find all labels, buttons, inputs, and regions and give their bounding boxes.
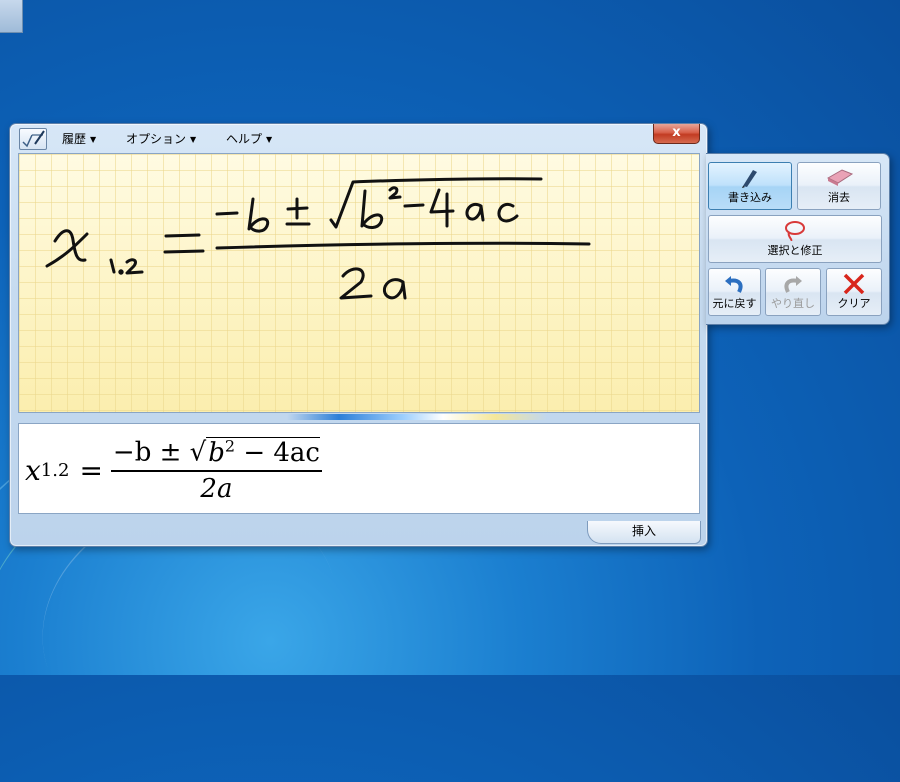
pen-icon: [742, 170, 757, 188]
menu-help-label: ヘルプ: [226, 132, 263, 146]
redo-label: やり直し: [771, 297, 815, 310]
chevron-down-icon: ▼: [190, 135, 197, 144]
menu-help[interactable]: ヘルプ ▼: [226, 130, 272, 147]
menu-history[interactable]: 履歴 ▼: [62, 130, 96, 147]
insert-label: 挿入: [631, 524, 656, 538]
radicand-rest: − 4ac: [235, 437, 320, 468]
chevron-down-icon: ▼: [266, 135, 273, 144]
clear-label: クリア: [837, 297, 871, 310]
undo-label: 元に戻す: [712, 297, 757, 310]
rendered-equation: x 1.2 = −b ± √b2 − 4ac 2a: [25, 430, 322, 510]
tools-panel: 書き込み 消去 選択と修正 元に戻す やり直し クリア: [706, 153, 890, 325]
chevron-down-icon: ▼: [90, 135, 97, 144]
title-bar: 履歴 ▼ オプション ▼ ヘルプ ▼ x: [10, 124, 707, 152]
handwriting-canvas[interactable]: [18, 153, 700, 413]
lasso-icon: [785, 221, 805, 241]
select-correct-label: 選択と修正: [767, 244, 823, 257]
math-input-panel-window: 履歴 ▼ オプション ▼ ヘルプ ▼ x x 1.2 = −b ± √b2 − …: [9, 123, 708, 547]
close-button[interactable]: x: [653, 124, 700, 144]
close-icon: x: [672, 125, 681, 140]
write-label: 書き込み: [728, 191, 772, 204]
fraction-denominator: 2a: [200, 473, 233, 504]
equals-sign: =: [79, 453, 103, 487]
numerator-minus-b: −b ±: [112, 437, 190, 468]
radicand: b2 − 4ac: [206, 436, 320, 468]
redo-button[interactable]: やり直し: [765, 268, 821, 316]
undo-arrow-icon: [725, 276, 743, 293]
erase-button[interactable]: 消去: [797, 162, 881, 210]
equation-fraction: −b ± √b2 − 4ac 2a: [110, 436, 322, 504]
clear-x-icon: [843, 273, 865, 294]
menu-options[interactable]: オプション ▼: [126, 130, 196, 147]
eraser-icon: [826, 169, 854, 186]
recognition-preview: x 1.2 = −b ± √b2 − 4ac 2a: [18, 423, 700, 514]
radicand-b: b: [208, 437, 225, 468]
radical-sign: √: [189, 437, 207, 468]
desktop-icon-corner: [0, 0, 23, 33]
redo-arrow-icon: [784, 276, 802, 293]
erase-label: 消去: [828, 191, 850, 204]
equation-subscript: 1.2: [40, 459, 70, 481]
equation-variable: x: [25, 453, 41, 487]
insert-button[interactable]: 挿入: [587, 521, 701, 544]
select-correct-button[interactable]: 選択と修正: [708, 215, 882, 263]
exponent: 2: [224, 436, 236, 456]
handwritten-ink: [45, 177, 591, 300]
panel-splitter-glow: [287, 414, 547, 420]
undo-button[interactable]: 元に戻す: [708, 268, 761, 316]
menu-history-label: 履歴: [62, 132, 87, 146]
clear-button[interactable]: クリア: [826, 268, 882, 316]
fraction-numerator: −b ± √b2 − 4ac: [111, 436, 322, 470]
math-panel-app-icon[interactable]: [19, 128, 47, 150]
write-button[interactable]: 書き込み: [708, 162, 792, 210]
menu-options-label: オプション: [126, 132, 187, 146]
